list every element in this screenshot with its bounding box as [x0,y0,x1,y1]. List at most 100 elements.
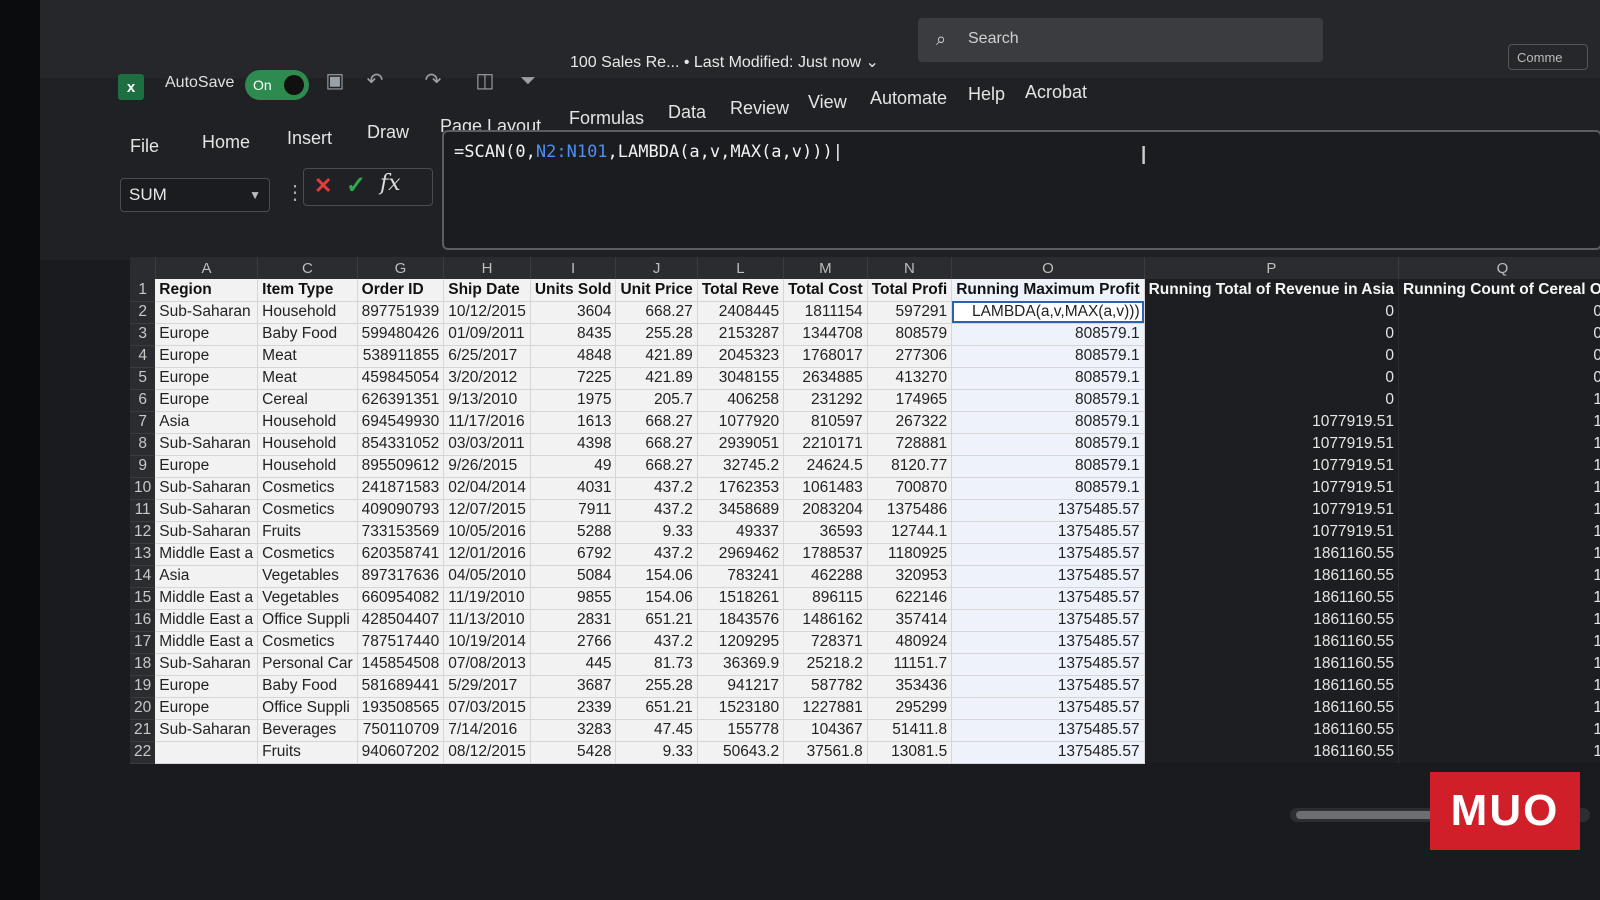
table-cell[interactable]: Cosmetics [257,543,358,566]
table-cell[interactable]: 10/05/2016 [443,521,531,544]
column-title-cell[interactable]: Unit Price [615,279,698,302]
row-number[interactable]: 7 [130,411,156,434]
row-number[interactable]: 17 [130,631,156,654]
table-cell[interactable]: 5/29/2017 [443,675,531,698]
table-cell[interactable]: 1227881 [783,697,868,720]
table-cell[interactable]: 445 [530,653,617,676]
table-cell[interactable]: 651.21 [615,697,698,720]
table-cell[interactable]: 421.89 [615,367,698,390]
table-cell[interactable]: Sub-Saharan [155,653,259,676]
table-cell[interactable]: 0 [1144,389,1400,411]
table-cell[interactable]: 587782 [783,675,868,698]
table-cell[interactable]: 1375485.57 [951,499,1145,522]
table-cell[interactable]: Beverages [257,719,358,742]
table-cell[interactable]: 1375485.57 [951,653,1145,676]
table-cell[interactable]: 1077919.51 [1144,477,1400,499]
table-cell[interactable]: 0 [1398,345,1600,367]
table-cell[interactable]: 1811154 [783,301,868,324]
table-cell[interactable]: 1375485.57 [951,741,1145,764]
table-cell[interactable]: 49337 [697,521,785,544]
table-cell[interactable]: 896115 [783,587,868,610]
table-cell[interactable]: 750110709 [357,719,445,742]
table-cell[interactable]: Sub-Saharan [155,433,259,456]
row-number[interactable]: 3 [130,323,156,346]
table-cell[interactable]: 1077919.51 [1144,499,1400,521]
tab-formulas[interactable]: Formulas [569,108,644,129]
row-number[interactable]: 11 [130,499,156,522]
table-cell[interactable]: 36593 [783,521,868,544]
table-cell[interactable]: 808579.1 [951,433,1145,456]
table-cell[interactable]: 462288 [783,565,868,588]
table-cell[interactable]: 353436 [867,675,953,698]
table-cell[interactable]: Baby Food [257,323,358,346]
table-cell[interactable]: 733153569 [357,521,445,544]
table-cell[interactable]: 1375485.57 [951,675,1145,698]
row-number[interactable]: 12 [130,521,156,544]
table-cell[interactable]: 437.2 [615,631,698,654]
table-cell[interactable]: 895509612 [357,455,445,478]
row-number[interactable]: 22 [130,741,156,764]
table-cell[interactable]: 04/05/2010 [443,565,531,588]
table-cell[interactable]: 0 [1144,345,1400,367]
table-cell[interactable]: Household [257,411,358,434]
table-cell[interactable]: 660954082 [357,587,445,610]
column-header[interactable]: Q [1398,257,1600,279]
table-cell[interactable]: 538911855 [357,345,445,368]
table-cell[interactable]: 1523180 [697,697,785,720]
table-cell[interactable]: 357414 [867,609,953,632]
tab-view[interactable]: View [808,92,847,113]
table-cell[interactable]: Europe [155,697,259,720]
table-cell[interactable]: 1 [1398,653,1600,675]
tab-automate[interactable]: Automate [870,88,947,109]
table-cell[interactable]: 1762353 [697,477,785,500]
table-cell[interactable]: 255.28 [615,675,698,698]
column-header[interactable]: I [530,257,617,279]
table-cell[interactable]: Middle East a [155,609,259,632]
table-cell[interactable]: 0 [1144,367,1400,389]
enter-formula-button[interactable]: ✓ [346,171,366,200]
column-title-cell[interactable]: Region [155,279,259,302]
table-cell[interactable]: 1 [1398,543,1600,565]
row-number[interactable]: 21 [130,719,156,742]
table-cell[interactable]: 941217 [697,675,785,698]
table-cell[interactable]: 81.73 [615,653,698,676]
table-cell[interactable]: 02/04/2014 [443,477,531,500]
table-cell[interactable]: 3687 [530,675,617,698]
table-cell[interactable]: 406258 [697,389,785,412]
table-cell[interactable]: Asia [155,565,259,588]
table-cell[interactable]: 13081.5 [867,741,953,764]
table-cell[interactable]: 1 [1398,741,1600,763]
table-cell[interactable]: 808579.1 [951,389,1145,412]
table-cell[interactable]: 808579.1 [951,477,1145,500]
table-cell[interactable]: 1 [1398,477,1600,499]
table-cell[interactable]: 4398 [530,433,617,456]
table-cell[interactable]: LAMBDA(a,v,MAX(a,v))) [951,301,1145,324]
search-box[interactable]: ⌕ Search [918,18,1323,62]
table-cell[interactable]: Europe [155,345,259,368]
tab-help[interactable]: Help [968,84,1005,105]
row-number[interactable]: 5 [130,367,156,390]
table-cell[interactable]: 437.2 [615,543,698,566]
table-cell[interactable]: 11/17/2016 [443,411,531,434]
tab-home[interactable]: Home [202,132,250,153]
row-number[interactable]: 1 [130,279,156,302]
table-cell[interactable]: Fruits [257,521,358,544]
table-cell[interactable]: 728881 [867,433,953,456]
table-cell[interactable]: 2210171 [783,433,868,456]
column-title-cell[interactable]: Item Type [257,279,358,302]
table-cell[interactable]: 1209295 [697,631,785,654]
table-cell[interactable]: 1843576 [697,609,785,632]
row-number[interactable]: 2 [130,301,156,324]
table-cell[interactable]: Middle East a [155,587,259,610]
column-title-cell[interactable]: Total Reve [697,279,785,302]
table-cell[interactable]: Middle East a [155,543,259,566]
table-cell[interactable]: 5084 [530,565,617,588]
table-cell[interactable]: Sub-Saharan [155,477,259,500]
table-cell[interactable]: 1768017 [783,345,868,368]
table-cell[interactable]: Europe [155,367,259,390]
table-cell[interactable]: 3048155 [697,367,785,390]
row-number[interactable]: 20 [130,697,156,720]
table-cell[interactable]: 241871583 [357,477,445,500]
table-cell[interactable]: 808579.1 [951,411,1145,434]
table-cell[interactable]: 3283 [530,719,617,742]
